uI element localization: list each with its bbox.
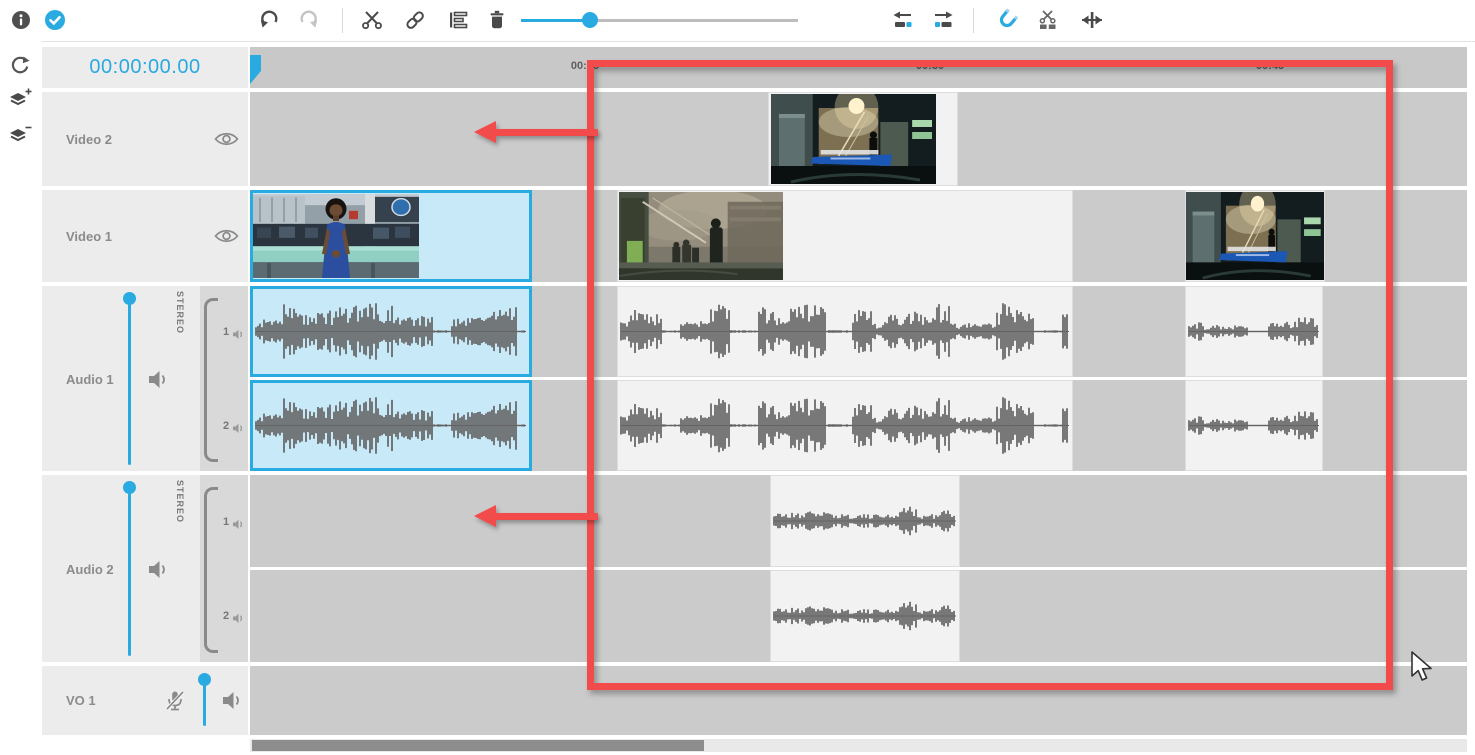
toolbar-divider: [342, 8, 343, 33]
audio2-ch1-label: 1: [223, 516, 229, 528]
audio2-volume-slider[interactable]: [128, 486, 131, 656]
clip-thumbnail-news-anchor: [253, 194, 419, 278]
video2-clip[interactable]: [768, 92, 958, 186]
waveform: [618, 381, 1072, 470]
video1-clip-2[interactable]: [617, 190, 1073, 282]
track-lane-audio2-ch1[interactable]: [250, 475, 1467, 567]
mic-muted-icon[interactable]: [164, 690, 186, 717]
track-header-vo1: VO 1: [42, 666, 248, 735]
left-rail: [0, 41, 42, 755]
stereo-group-label: STEREO: [175, 480, 185, 523]
overwrite-left-icon[interactable]: [886, 2, 920, 38]
zoom-slider-fill: [521, 19, 590, 22]
eye-icon[interactable]: [214, 228, 239, 249]
track-header-video2: Video 2: [42, 92, 248, 186]
snap-magnet-icon[interactable]: [990, 2, 1024, 38]
timecode-value: 00:00:00.00: [89, 56, 200, 79]
track-header-audio1: Audio 1 STEREO 1 2: [42, 286, 248, 471]
link-icon[interactable]: [398, 2, 432, 38]
track-lane-audio2-ch2[interactable]: [250, 570, 1467, 662]
speaker-icon[interactable]: [148, 370, 170, 394]
stereo-group-label: STEREO: [175, 291, 185, 334]
stereo-bracket: [204, 298, 218, 462]
channel-speaker-icon[interactable]: [232, 611, 245, 629]
top-toolbar: [0, 0, 1475, 42]
add-track-icon[interactable]: [5, 85, 35, 115]
zoom-slider-handle[interactable]: [582, 12, 598, 28]
cut-scissors-icon[interactable]: [355, 2, 389, 38]
audio1-volume-slider[interactable]: [128, 297, 131, 465]
sequence-list-icon[interactable]: [441, 2, 475, 38]
info-icon[interactable]: [4, 2, 38, 38]
waveform: [253, 289, 529, 374]
ruler-mark: 00:30: [916, 60, 944, 72]
loop-refresh-icon[interactable]: [5, 51, 35, 81]
clip-thumbnail-fire-night: [771, 94, 936, 184]
track-label-video2: Video 2: [66, 132, 112, 147]
audio2-ch1-clip[interactable]: [770, 475, 960, 567]
video1-clip-3[interactable]: [1185, 190, 1325, 282]
audio1-ch2-clip-selected[interactable]: [250, 380, 532, 471]
stereo-bracket: [204, 487, 218, 653]
zoom-slider-track[interactable]: [590, 19, 798, 22]
channel-speaker-icon[interactable]: [232, 421, 245, 439]
clip-thumbnail-fire-day: [619, 192, 783, 280]
razor-icon[interactable]: [1031, 2, 1065, 38]
audio1-ch2-clip-2[interactable]: [617, 380, 1073, 471]
speaker-icon[interactable]: [148, 560, 170, 584]
eye-icon[interactable]: [214, 131, 239, 152]
playhead-marker[interactable]: [250, 55, 261, 84]
track-label-audio2: Audio 2: [66, 562, 114, 577]
scrollbar-thumb[interactable]: [252, 740, 704, 751]
video1-clip-selected[interactable]: [250, 190, 532, 282]
speaker-icon[interactable]: [222, 691, 244, 715]
channel-speaker-icon[interactable]: [232, 517, 245, 535]
waveform: [1186, 381, 1322, 470]
waveform: [771, 571, 959, 661]
clip-thumbnail-fire-night: [1186, 192, 1324, 280]
track-label-video1: Video 1: [66, 229, 112, 244]
ruler-mark: 00:45: [1256, 60, 1284, 72]
audio1-ch2-label: 2: [223, 420, 229, 432]
ruler-mark: 00:15: [571, 60, 599, 72]
track-lane-video1[interactable]: [250, 190, 1467, 282]
remove-track-icon[interactable]: [5, 121, 35, 151]
waveform: [771, 476, 959, 566]
approve-check-icon[interactable]: [38, 2, 72, 38]
track-lane-vo1[interactable]: [250, 666, 1467, 735]
channel-speaker-icon[interactable]: [232, 327, 245, 345]
trim-icon[interactable]: [1075, 2, 1109, 38]
audio1-ch1-clip-selected[interactable]: [250, 286, 532, 377]
overwrite-right-icon[interactable]: [926, 2, 960, 38]
audio2-ch2-clip[interactable]: [770, 570, 960, 662]
audio2-ch2-label: 2: [223, 610, 229, 622]
audio1-ch2-clip-3[interactable]: [1185, 380, 1323, 471]
audio2-volume-handle[interactable]: [123, 481, 136, 494]
audio1-ch1-clip-2[interactable]: [617, 286, 1073, 377]
audio1-ch1-clip-3[interactable]: [1185, 286, 1323, 377]
track-lane-audio1-ch2[interactable]: [250, 380, 1467, 471]
waveform: [1186, 287, 1322, 376]
track-header-video1: Video 1: [42, 190, 248, 282]
timecode-display: 00:00:00.00: [42, 47, 248, 88]
horizontal-scrollbar[interactable]: [250, 739, 1467, 752]
track-lane-video2[interactable]: [250, 92, 1467, 186]
undo-icon[interactable]: [252, 2, 286, 38]
redo-icon[interactable]: [292, 2, 326, 38]
track-label-vo1: VO 1: [66, 693, 96, 708]
track-header-audio2: Audio 2 STEREO 1 2: [42, 475, 248, 662]
timeline-ruler[interactable]: 00:15 00:30 00:45: [250, 47, 1467, 88]
track-lane-audio1-ch1[interactable]: [250, 286, 1467, 377]
waveform: [253, 383, 529, 468]
audio1-ch1-label: 1: [223, 326, 229, 338]
vo1-volume-handle[interactable]: [198, 673, 211, 686]
audio1-volume-handle[interactable]: [123, 292, 136, 305]
trash-icon[interactable]: [480, 2, 514, 38]
track-label-audio1: Audio 1: [66, 372, 114, 387]
waveform: [618, 287, 1072, 376]
toolbar-divider: [973, 8, 974, 33]
